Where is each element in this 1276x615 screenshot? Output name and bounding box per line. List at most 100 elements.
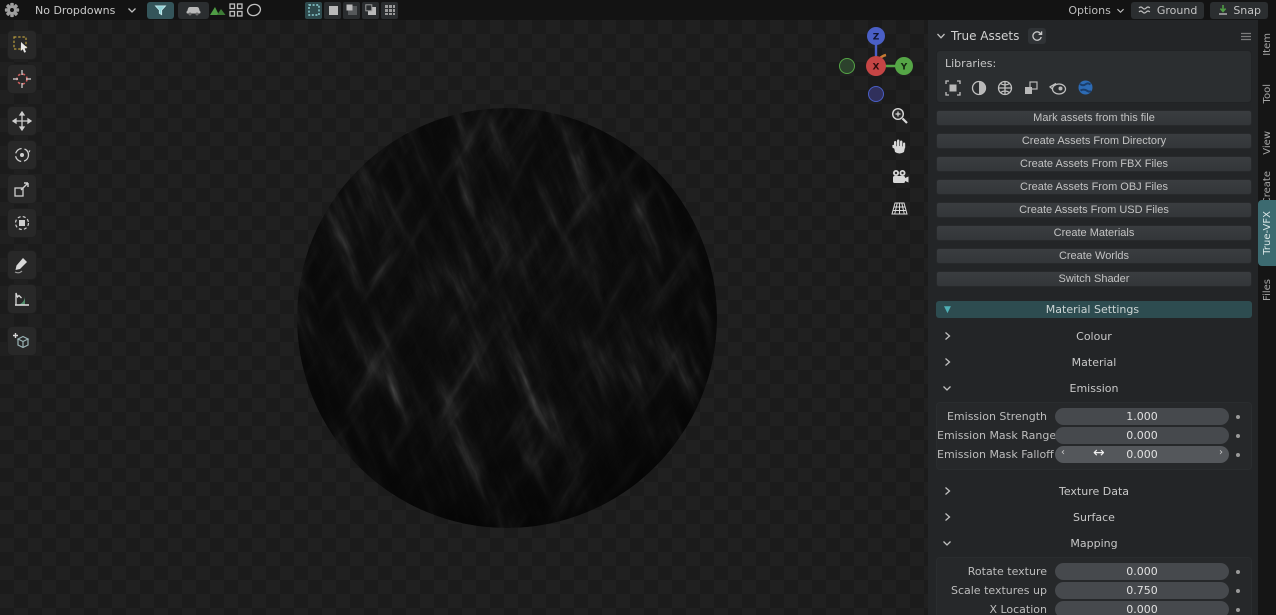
axis-y-label: Y [900, 63, 908, 73]
tool-rotate[interactable] [7, 140, 37, 170]
field-label: Emission Mask Range [937, 429, 1055, 442]
filter-button[interactable] [147, 2, 174, 19]
select-mode-set[interactable] [305, 2, 322, 19]
pan-hand-icon[interactable] [888, 135, 910, 157]
material-settings-header[interactable]: ▼ Material Settings [936, 301, 1252, 318]
viewport-header: No Dropdowns Op [0, 0, 1276, 20]
tab-true-vfx[interactable]: True-VFX [1258, 200, 1276, 266]
emission-strength-slider[interactable]: 1.000 [1055, 408, 1229, 425]
library-collection-icon[interactable] [1023, 80, 1039, 96]
gear-icon[interactable] [3, 1, 21, 19]
section-texture-data[interactable]: Texture Data [936, 483, 1252, 499]
toolbar [7, 30, 37, 356]
create-worlds-button[interactable]: Create Worlds [936, 248, 1252, 264]
axis-gizmo[interactable]: Z Y X [830, 22, 922, 114]
create-assets-directory-button[interactable]: Create Assets From Directory [936, 133, 1252, 149]
library-material-icon[interactable] [971, 80, 987, 96]
chevron-down-icon [936, 385, 958, 392]
select-mode-intersect[interactable] [381, 2, 398, 19]
blender-logo-icon[interactable] [1049, 80, 1067, 96]
ground-button[interactable]: Ground [1131, 2, 1204, 19]
tool-move[interactable] [7, 106, 37, 136]
workspace-icon[interactable] [227, 1, 245, 19]
no-dropdowns-select[interactable]: No Dropdowns [35, 4, 115, 17]
select-mode-subtract[interactable] [343, 2, 360, 19]
animate-dot[interactable] [1229, 434, 1247, 438]
create-assets-usd-button[interactable]: Create Assets From USD Files [936, 202, 1252, 218]
field-row: Emission Strength 1.000 [937, 407, 1247, 426]
select-mode-invert[interactable] [362, 2, 379, 19]
tool-measure[interactable] [7, 284, 37, 314]
tab-view[interactable]: View [1259, 125, 1276, 161]
create-materials-button[interactable]: Create Materials [936, 225, 1252, 241]
field-label: Rotate texture [937, 565, 1055, 578]
panel-menu-icon[interactable] [1240, 32, 1252, 41]
tool-add-cube[interactable] [7, 326, 37, 356]
section-emission[interactable]: Emission [936, 380, 1252, 396]
select-mode-extend[interactable] [324, 2, 341, 19]
rotate-texture-slider[interactable]: 0.000 [1055, 563, 1229, 580]
mark-assets-button[interactable]: Mark assets from this file [936, 110, 1252, 126]
animate-dot[interactable] [1229, 608, 1247, 612]
tool-annotate[interactable] [7, 250, 37, 280]
library-world-icon[interactable] [997, 80, 1013, 96]
tool-transform[interactable] [7, 208, 37, 238]
chevron-down-icon[interactable] [127, 6, 137, 14]
section-material[interactable]: Material [936, 354, 1252, 370]
scale-textures-slider[interactable]: 0.750 [1055, 582, 1229, 599]
field-label: Scale textures up [937, 584, 1055, 597]
chevron-right-icon [936, 331, 958, 341]
zoom-icon[interactable] [888, 104, 910, 126]
refresh-button[interactable] [1028, 28, 1046, 44]
emission-mask-range-slider[interactable]: 0.000 [1055, 427, 1229, 444]
section-surface[interactable]: Surface [936, 509, 1252, 525]
options-dropdown[interactable]: Options [1068, 4, 1124, 17]
viewport-sphere[interactable] [296, 106, 718, 530]
snap-arrow-icon [1217, 4, 1229, 16]
current-world-icon[interactable] [1077, 79, 1094, 96]
field-row: Rotate texture 0.000 [937, 562, 1247, 581]
car-icon-button[interactable] [178, 2, 209, 19]
create-assets-obj-button[interactable]: Create Assets From OBJ Files [936, 179, 1252, 195]
section-mapping[interactable]: Mapping [936, 535, 1252, 551]
snap-button[interactable]: Snap [1210, 2, 1268, 19]
chevron-right-icon [936, 486, 958, 496]
tab-files[interactable]: Files [1259, 272, 1276, 308]
animate-dot[interactable] [1229, 453, 1247, 457]
n-panel-true-assets: True Assets Libraries: Mark assets from … [928, 20, 1258, 615]
perspective-grid-icon[interactable] [888, 197, 910, 219]
field-label: Emission Mask Falloff [937, 448, 1055, 461]
libraries-label: Libraries: [945, 57, 1243, 70]
field-row: Emission Mask Range 0.000 [937, 426, 1247, 445]
create-assets-fbx-button[interactable]: Create Assets From FBX Files [936, 156, 1252, 172]
drag-cursor-icon: ↔ [1093, 445, 1105, 461]
emission-mask-falloff-slider[interactable]: ‹ ↔ 0.000 › [1055, 446, 1229, 463]
slider-left-arrow[interactable]: ‹ [1061, 447, 1065, 458]
tool-select-box[interactable] [7, 30, 37, 60]
animate-dot[interactable] [1229, 415, 1247, 419]
triangle-down-icon: ▼ [944, 305, 951, 315]
tab-item[interactable]: Item [1259, 28, 1276, 60]
x-location-slider[interactable]: 0.000 [1055, 601, 1229, 615]
axis-z-label: Z [873, 33, 880, 43]
refresh-icon [1031, 30, 1043, 42]
switch-shader-button[interactable]: Switch Shader [936, 271, 1252, 287]
libraries-box: Libraries: [936, 50, 1252, 103]
camera-icon[interactable] [888, 166, 910, 188]
collapse-chevron-icon[interactable] [936, 32, 946, 40]
axis-x-label: X [873, 63, 880, 73]
animate-dot[interactable] [1229, 589, 1247, 593]
tool-scale[interactable] [7, 174, 37, 204]
section-colour[interactable]: Colour [936, 328, 1252, 344]
tool-cursor[interactable] [7, 64, 37, 94]
lasso-ellipse-icon[interactable] [245, 1, 263, 19]
landscape-icon[interactable] [209, 1, 227, 19]
chevron-down-icon [936, 540, 958, 547]
animate-dot[interactable] [1229, 570, 1247, 574]
tab-tool[interactable]: Tool [1259, 78, 1276, 110]
slider-right-arrow[interactable]: › [1219, 447, 1223, 458]
blender-window: No Dropdowns Op [0, 0, 1276, 615]
field-label: X Location [937, 603, 1055, 615]
chevron-right-icon [936, 357, 958, 367]
library-screen-icon[interactable] [945, 80, 961, 96]
